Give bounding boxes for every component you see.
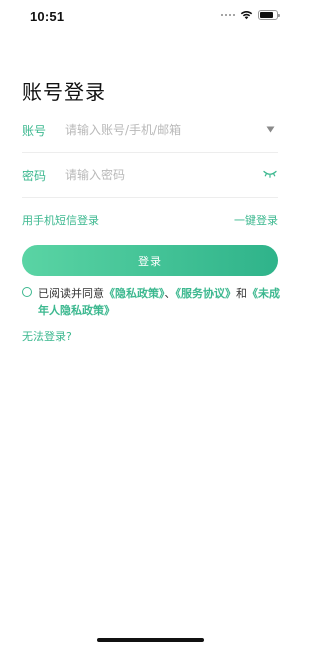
status-time: 10:51 xyxy=(30,9,65,24)
battery-level xyxy=(260,12,273,18)
password-label: 密码 xyxy=(22,169,47,183)
page-title: 账号登录 xyxy=(22,80,106,104)
home-indicator xyxy=(97,638,204,642)
service-agreement-link[interactable]: 《服务协议》 xyxy=(176,287,237,300)
agreement-text: 已阅读并同意《隐私政策》、《服务协议》和《未成年人隐私政策》 xyxy=(38,285,280,319)
privacy-policy-link[interactable]: 《隐私政策》 xyxy=(104,287,165,300)
one-key-login-link[interactable]: 一键登录 xyxy=(234,212,278,228)
alt-login-links: 用手机短信登录 一键登录 xyxy=(22,212,278,228)
wifi-icon xyxy=(240,10,253,20)
agreement-section: 已阅读并同意《隐私政策》、《服务协议》和《未成年人隐私政策》 xyxy=(22,285,280,325)
sms-login-link[interactable]: 用手机短信登录 xyxy=(22,212,99,228)
agreement-checkbox[interactable] xyxy=(22,287,32,297)
status-bar: 10:51 xyxy=(0,0,300,34)
account-input[interactable] xyxy=(65,117,255,143)
agreement-prefix: 已阅读并同意 xyxy=(38,287,104,300)
cellular-signal-icon xyxy=(221,14,235,16)
account-field-row: 账号 xyxy=(22,108,278,153)
battery-icon xyxy=(258,10,280,20)
password-input[interactable] xyxy=(65,162,255,188)
cannot-login-link[interactable]: 无法登录? xyxy=(22,328,72,344)
eye-closed-icon[interactable] xyxy=(262,167,278,181)
password-field-row: 密码 xyxy=(22,153,278,198)
agreement-and: 和 xyxy=(236,287,247,300)
status-icons xyxy=(221,10,280,20)
account-label: 账号 xyxy=(22,124,47,138)
login-button[interactable]: 登录 xyxy=(22,245,278,276)
account-dropdown-icon[interactable] xyxy=(262,122,278,136)
agreement-separator: 、 xyxy=(164,287,176,300)
